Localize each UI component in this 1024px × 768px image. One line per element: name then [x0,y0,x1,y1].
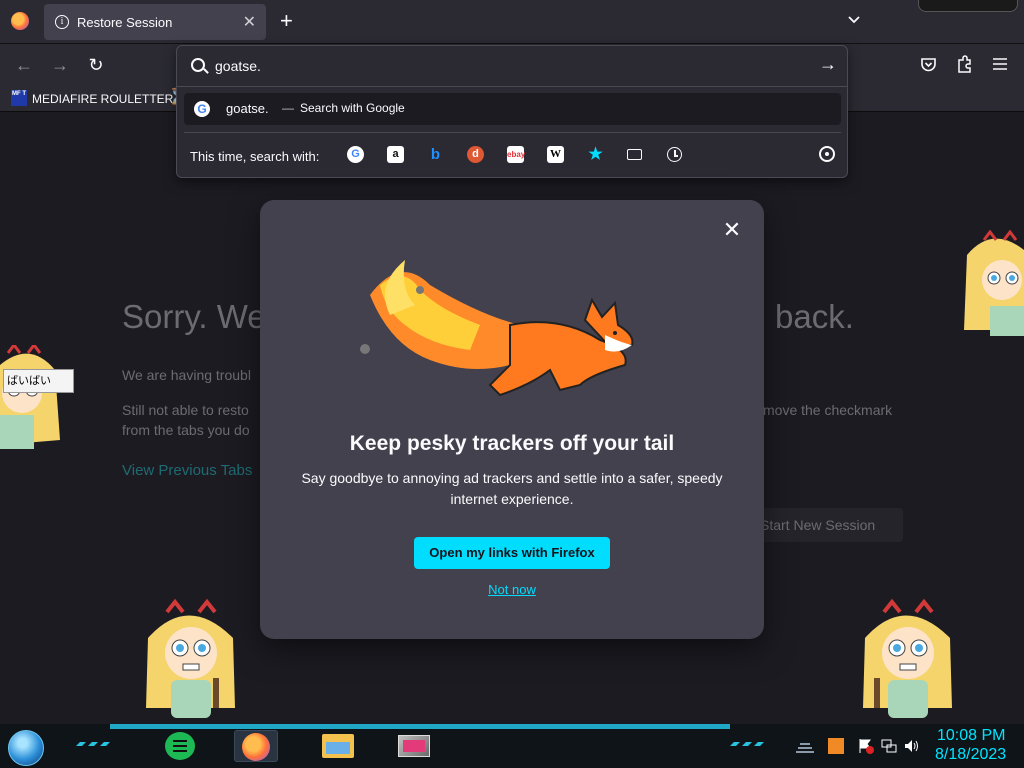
page-heading: Sorry. We’ [122,298,273,335]
clock-date[interactable]: 8/18/2023 [935,746,1006,764]
start-button[interactable] [8,730,44,766]
hamburger-menu-icon[interactable] [992,57,1008,71]
one-off-label: This time, search with: [190,149,320,164]
tray-app-icon[interactable] [828,738,844,754]
dialog-title: Keep pesky trackers off your tail [349,432,675,455]
history-icon[interactable] [667,146,684,163]
search-suggestion[interactable]: G goatse. — Search with Google [184,93,841,125]
reload-button[interactable]: ↻ [84,53,108,77]
suggestion-query: goatse. [226,101,269,116]
wikipedia-icon[interactable]: W [547,146,564,163]
page-text-line: move the checkmark [763,402,893,418]
not-now-link[interactable]: Not now [260,582,764,597]
tray-expand-icon[interactable] [794,738,816,754]
character-sticker [0,345,60,449]
view-previous-tabs-link[interactable]: View Previous Tabs [122,462,252,479]
divider [184,132,841,133]
page-text-line: from the tabs you do [122,422,250,438]
bookmark-mediafire-rouletter[interactable]: MEDIAFIRE ROULETTER [32,92,173,106]
page-heading-end: back. [775,298,854,335]
url-input[interactable] [215,58,775,74]
action-center-flag-icon[interactable] [858,738,874,754]
decor-dashes [76,742,110,746]
info-icon: i [55,15,69,29]
taskbar-notes-app[interactable] [158,730,202,762]
firefox-menu-icon[interactable] [11,12,29,30]
address-bar-popup: → G goatse. — Search with Google This ti… [176,45,848,178]
gear-icon[interactable] [819,146,835,162]
tracker-protection-dialog: ✕ Keep pesky trackers off your tail Say … [260,200,764,639]
pocket-icon[interactable] [920,56,937,73]
taskbar-file-explorer[interactable] [316,730,360,762]
amazon-icon[interactable]: a [387,146,404,163]
new-tab-button[interactable]: + [280,9,293,33]
open-links-with-firefox-button[interactable]: Open my links with Firefox [414,537,610,569]
duckduckgo-icon[interactable]: d [467,146,484,163]
search-icon [191,58,205,72]
character-sticker [863,598,952,718]
tab-close-icon[interactable]: ✕ [243,12,256,32]
close-icon[interactable]: ✕ [722,219,742,241]
extensions-icon[interactable] [956,55,973,73]
go-arrow-icon[interactable]: → [819,54,837,75]
bookmarks-star-icon[interactable]: ★ [587,146,604,163]
divider [177,86,847,87]
bing-icon[interactable]: b [427,146,444,163]
character-sticker [146,598,235,718]
tab-restore-session[interactable]: i Restore Session ✕ [44,4,266,40]
page-text-line: Still not able to resto [122,402,249,418]
chevron-down-icon[interactable] [846,12,862,28]
taskbar-firefox[interactable] [234,730,278,762]
address-bar[interactable]: → [177,46,847,86]
window-controls[interactable] [918,0,1018,12]
running-fox-illustration [360,260,634,397]
forward-button[interactable]: → [48,53,72,77]
decor-dashes [730,742,764,746]
taskbar-media-app[interactable] [392,730,436,762]
suggestion-dash: — [282,101,294,115]
google-icon[interactable]: G [347,146,364,163]
clock-time[interactable]: 10:08 PM [937,727,1005,745]
network-icon[interactable] [881,738,897,754]
mediafire-bookmark-icon: MF T [11,90,27,106]
volume-icon[interactable] [904,738,920,754]
back-button[interactable]: ← [12,53,36,77]
sticker-caption: ばいばい [3,369,74,393]
tab-strip: i Restore Session ✕ + [0,0,1024,44]
suggestion-action: Search with Google [300,101,405,115]
ebay-icon[interactable]: ebay [507,146,525,163]
character-sticker [964,230,1024,336]
google-icon: G [194,101,210,117]
start-new-session-button[interactable]: Start New Session [748,508,903,542]
taskbar-glow [110,724,730,729]
tabs-icon[interactable] [627,146,644,163]
dialog-subtitle: Say goodbye to annoying ad trackers and … [301,470,723,507]
page-text-line: We are having troubl [122,367,251,383]
tab-title: Restore Session [77,15,173,30]
